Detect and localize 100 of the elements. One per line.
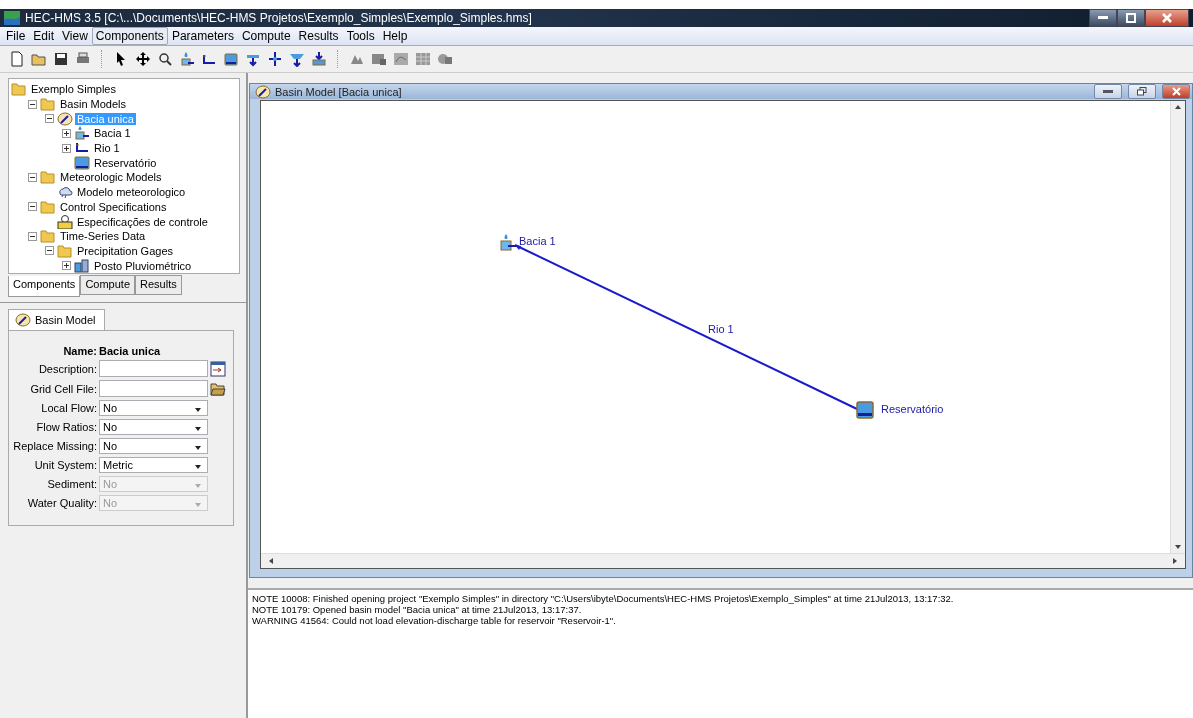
table-icon (415, 51, 431, 67)
notes-icon[interactable] (210, 360, 226, 377)
tree-item[interactable]: Meteorologic Models (58, 171, 164, 184)
log-message: WARNING 41564: Could not load elevation-discharge table for reservoir "Reservoir-1". (252, 615, 617, 626)
menu-item[interactable]: Help (378, 27, 412, 45)
menu-item[interactable]: Edit (29, 27, 59, 45)
tab-label: Basin Model (35, 314, 96, 326)
folder-icon (40, 170, 56, 185)
collapse-icon[interactable] (28, 202, 37, 212)
tree-item[interactable]: Basin Models (58, 98, 129, 111)
open-folder-icon[interactable] (210, 380, 226, 397)
time-series-icon (437, 51, 453, 67)
toolbar-button[interactable] (134, 50, 152, 68)
menu-item[interactable]: Parameters (167, 27, 238, 45)
folder-icon (11, 82, 27, 97)
basin-model-icon (57, 111, 73, 126)
tree-item[interactable]: Exemplo Simples (29, 83, 118, 96)
close-button[interactable] (1162, 84, 1190, 99)
restore-icon (1126, 13, 1136, 23)
source-icon (289, 51, 305, 67)
tab[interactable]: Basin Model (8, 309, 105, 330)
tree-item[interactable]: Posto Pluviométrico (92, 259, 194, 272)
element-label: Reservatório (881, 403, 944, 415)
minimize-button[interactable] (1089, 9, 1117, 27)
field-label: Local Flow: (40, 402, 97, 414)
dropdown[interactable]: No (99, 419, 208, 435)
tree-item[interactable]: Reservatório (92, 156, 159, 169)
log-message: NOTE 10179: Opened basin model "Bacia unica" at time 21Jul2013, 13:17:37. (252, 604, 583, 615)
expand-icon[interactable] (62, 143, 71, 153)
tab[interactable]: Components (8, 276, 81, 297)
gage-icon (74, 258, 90, 273)
dropdown[interactable]: Metric (99, 457, 208, 473)
window-title: HEC-HMS 3.5 [C:\...\Documents\HEC-HMS Projetos\Exemplo_Simples\Exemplo_Simples.hms] (25, 11, 533, 25)
reservoir-icon[interactable] (856, 401, 874, 419)
name-value: Bacia unica (99, 345, 162, 357)
restore-icon (1137, 87, 1147, 96)
menu-item[interactable]: File (2, 27, 30, 45)
field-label: Unit System: (33, 459, 97, 471)
tree-item[interactable]: Control Specifications (58, 200, 169, 213)
collapse-icon[interactable] (28, 99, 37, 109)
basin-model-icon (255, 84, 271, 99)
field-label: Description: (37, 362, 97, 375)
close-button[interactable] (1145, 9, 1189, 27)
toolbar-button[interactable] (178, 50, 196, 68)
dropdown[interactable]: No (99, 438, 208, 454)
toolbar-button[interactable] (310, 50, 328, 68)
menu-item[interactable]: Results (294, 27, 343, 45)
zoom-icon (157, 51, 173, 67)
folder-icon (40, 199, 56, 214)
clock-calendar-icon (57, 214, 73, 229)
tree-item[interactable]: Bacia 1 (92, 127, 133, 140)
collapse-icon[interactable] (45, 114, 54, 124)
restore-button[interactable] (1128, 84, 1156, 99)
menu-item[interactable]: Compute (237, 27, 295, 45)
summary-icon (371, 51, 387, 67)
collapse-icon[interactable] (28, 172, 37, 182)
app-icon (4, 11, 20, 25)
tab[interactable]: Results (135, 275, 182, 295)
tree-item[interactable]: Modelo meteorologico (75, 186, 188, 199)
field-label: Sediment: (46, 478, 97, 490)
folder-icon (57, 243, 73, 258)
cloud-icon (57, 185, 73, 200)
basin-model-icon (15, 313, 31, 327)
tab[interactable]: Compute (80, 275, 135, 295)
text-field[interactable] (99, 360, 208, 377)
folder-icon (40, 97, 56, 112)
vertical-scrollbar[interactable] (1170, 101, 1185, 553)
expand-icon[interactable] (62, 261, 71, 271)
reservoir-icon (223, 51, 239, 67)
expand-icon[interactable] (62, 128, 71, 138)
subbasin-icon (179, 51, 195, 67)
menu-item[interactable]: Components (91, 27, 168, 45)
collapse-icon[interactable] (28, 231, 37, 241)
minimize-button[interactable] (1094, 84, 1122, 99)
element-label: Bacia 1 (519, 235, 556, 247)
tree-item[interactable]: Rio 1 (92, 142, 122, 155)
toolbar-button[interactable] (266, 50, 284, 68)
close-icon (1162, 13, 1172, 23)
text-field[interactable] (99, 380, 208, 397)
tree-item[interactable]: Especificações de controle (75, 215, 210, 228)
collapse-icon[interactable] (45, 246, 54, 256)
reservoir-icon (74, 155, 90, 170)
tree-item[interactable]: Time-Series Data (58, 230, 148, 243)
subbasin-icon[interactable] (500, 234, 516, 251)
toolbar-button[interactable] (222, 50, 240, 68)
horizontal-scrollbar[interactable] (261, 553, 1185, 568)
menu-item[interactable]: View (58, 27, 92, 45)
new-file-icon (9, 51, 25, 67)
tree-item[interactable]: Precipitation Gages (75, 244, 175, 257)
log-message: NOTE 10008: Finished opening project "Exemplo Simples" in directory "C:\Users\ibyte\Documents\HEC-HMS Projetos\Exemplo_Simples" at time 21Jul2013, 13:17:32. (252, 593, 955, 604)
toolbar-button[interactable] (52, 50, 70, 68)
menu-item[interactable]: Tools (342, 27, 379, 45)
close-icon (1171, 87, 1181, 96)
dropdown[interactable]: No (99, 400, 208, 416)
field-label: Water Quality: (26, 497, 97, 509)
toolbar-button[interactable] (156, 50, 174, 68)
sink-icon (311, 51, 327, 67)
maximize-button[interactable] (1117, 9, 1145, 27)
diversion-icon (267, 51, 283, 67)
subbasin-icon (74, 126, 90, 141)
